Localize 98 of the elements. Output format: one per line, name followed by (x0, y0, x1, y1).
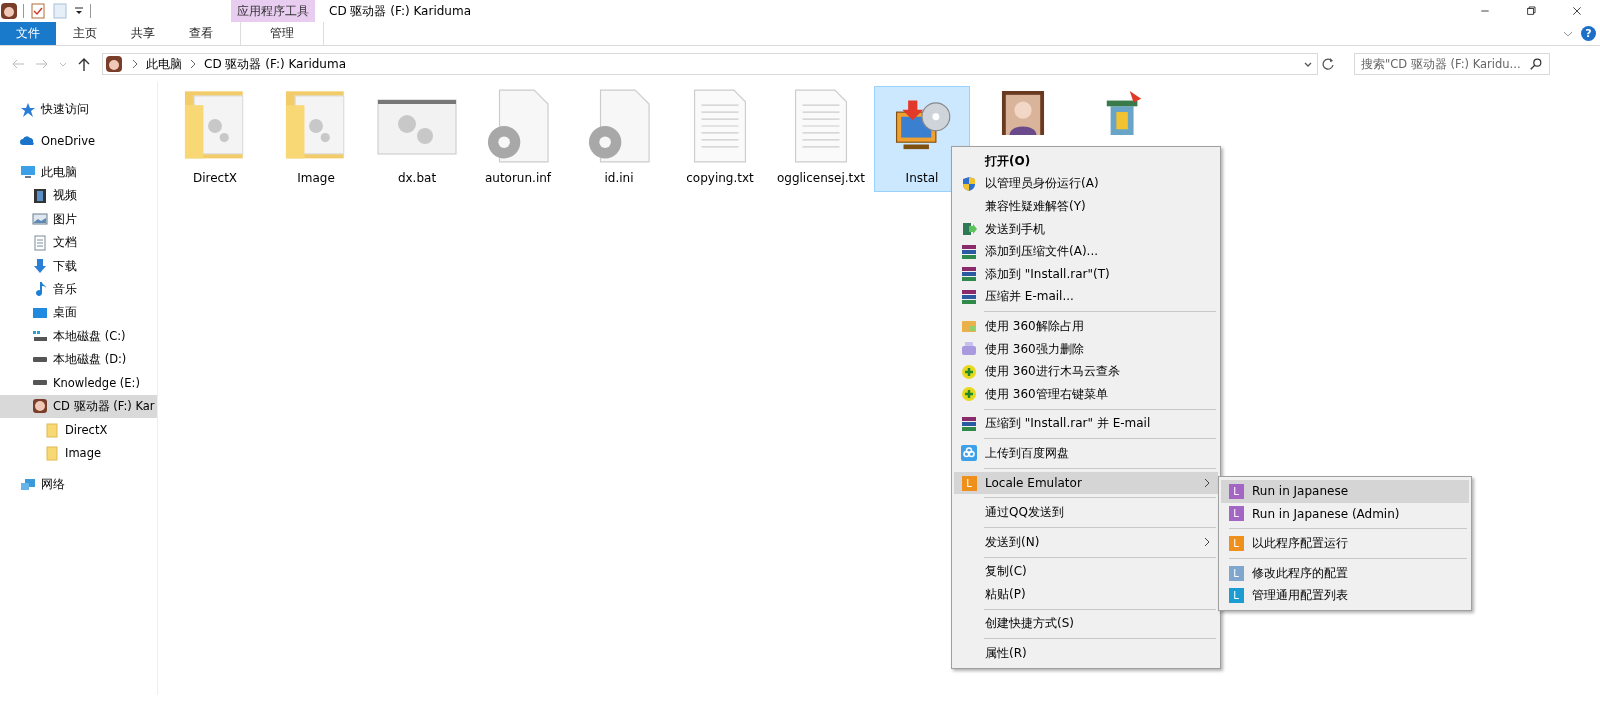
file-item[interactable]: autorun.inf (470, 86, 566, 192)
sidebar-item[interactable]: 视频 (0, 184, 157, 208)
refresh-icon[interactable] (1320, 56, 1336, 72)
books-stack-icon (961, 415, 977, 432)
file-item[interactable]: dx.bat (369, 86, 465, 192)
plus-circle-icon (961, 363, 977, 380)
menu-item[interactable]: 上传到百度网盘 (954, 442, 1218, 465)
file-item[interactable]: DirectX (167, 86, 263, 192)
menu-item[interactable]: 使用 360解除占用 (954, 315, 1218, 338)
drive-icon (33, 380, 47, 386)
menu-item[interactable]: 使用 360管理右键菜单 (954, 382, 1218, 406)
sidebar-item[interactable]: 本地磁盘 (D:) (0, 347, 157, 372)
shredder-icon (961, 341, 977, 358)
send-to-phone-icon (961, 221, 977, 238)
menu-item[interactable]: L 以此程序配置运行 (1221, 532, 1469, 555)
sidebar-item[interactable]: OneDrive (0, 129, 157, 153)
locale-emulator-icon: L (1228, 506, 1244, 522)
menu-item[interactable]: 添加到压缩文件(A)... (954, 240, 1218, 263)
menu-item[interactable]: 压缩到 "Install.rar" 并 E-mail (954, 412, 1218, 436)
menu-item[interactable]: 兼容性疑难解答(Y) (954, 195, 1218, 218)
sidebar-item[interactable]: 此电脑 (0, 160, 157, 185)
menu-item[interactable]: 发送到(N) (954, 530, 1218, 554)
avatar-icon (32, 398, 48, 415)
menu-item[interactable]: L 修改此程序的配置 (1221, 561, 1469, 585)
books-stack-icon (961, 266, 977, 283)
file-tab[interactable]: 文件 (0, 22, 56, 45)
sidebar-item[interactable]: Image (0, 441, 157, 465)
address-bar[interactable]: 此电脑 CD 驱动器 (F:) Kariduma (102, 53, 1318, 75)
ribbon-tab[interactable]: 查看 (172, 22, 230, 45)
search-field[interactable]: 搜索"CD 驱动器 (F:) Karidu... (1354, 53, 1550, 75)
menu-item[interactable]: 压缩并 E-mail... (954, 285, 1218, 309)
contextual-ribbon-tab[interactable]: 管理 (240, 22, 324, 45)
locale-emulator-icon: L (1228, 536, 1244, 551)
sidebar-item[interactable]: 文档 (0, 230, 157, 255)
up-arrow-icon[interactable] (76, 56, 92, 72)
download-arrow-icon (32, 258, 48, 275)
sidebar-item[interactable]: Knowledge (E:) (0, 371, 157, 395)
locale-emulator-icon: L (1228, 483, 1244, 499)
sidebar-item[interactable]: 快速访问 (0, 98, 157, 122)
contextual-tab-group: 应用程序工具 (231, 0, 315, 22)
sidebar-item[interactable]: 下载 (0, 254, 157, 278)
sidebar-item[interactable]: DirectX (0, 418, 157, 442)
menu-item[interactable]: 使用 360进行木马云查杀 (954, 360, 1218, 383)
menu-item[interactable]: 复制(C) (954, 560, 1218, 584)
help-button[interactable]: ? (1581, 26, 1596, 41)
picture-icon (32, 211, 48, 228)
menu-item[interactable]: 属性(R) (954, 642, 1218, 665)
properties-icon[interactable] (30, 3, 46, 19)
menu-item[interactable]: 创建快捷方式(S) (954, 612, 1218, 636)
ribbon-tab[interactable]: 主页 (56, 22, 114, 45)
file-item[interactable]: Image (268, 86, 364, 192)
file-item[interactable]: copying.txt (672, 86, 768, 192)
sidebar-item[interactable]: 音乐 (0, 277, 157, 302)
avatar-icon (106, 56, 122, 72)
menu-item[interactable]: 使用 360强力删除 (954, 337, 1218, 361)
network-icon (20, 476, 36, 493)
locale-emulator-icon: L (961, 475, 977, 491)
file-item[interactable]: ogglicensej.txt (773, 86, 869, 192)
dropdown-icon[interactable] (74, 6, 84, 16)
locale-emulator-icon: L (1228, 565, 1244, 581)
document-icon (32, 234, 48, 251)
menu-item[interactable]: L Run in Japanese (1221, 480, 1469, 503)
folder-icon (44, 445, 60, 462)
breadcrumb[interactable]: CD 驱动器 (F:) Kariduma (204, 55, 346, 73)
window-title: CD 驱动器 (F:) Kariduma (329, 3, 471, 20)
chevron-right-icon (132, 59, 138, 69)
menu-item[interactable]: L Run in Japanese (Admin) (1221, 502, 1469, 526)
menu-item[interactable]: L Locale Emulator (954, 471, 1218, 495)
avatar-icon[interactable] (1, 3, 17, 19)
menu-item[interactable]: 添加到 "Install.rar"(T) (954, 262, 1218, 286)
menu-item[interactable]: 通过QQ发送到 (954, 501, 1218, 524)
folder-icon (44, 421, 60, 438)
books-stack-icon (961, 243, 977, 260)
search-icon (1529, 57, 1543, 71)
plus-circle-icon (961, 386, 977, 403)
sidebar-item[interactable]: 本地磁盘 (C:) (0, 324, 157, 348)
file-item[interactable]: Instal (874, 86, 970, 192)
sidebar-item[interactable]: 桌面 (0, 301, 157, 325)
sidebar-item[interactable]: 图片 (0, 207, 157, 231)
locale-emulator-icon: L (1228, 588, 1244, 604)
folder-icon (961, 318, 977, 335)
star-icon (20, 101, 36, 118)
cloud-icon (961, 445, 977, 462)
computer-icon (20, 164, 36, 181)
shield-icon (961, 175, 977, 192)
sidebar-item[interactable]: CD 驱动器 (F:) Kar (0, 394, 157, 419)
ribbon-tab[interactable]: 共享 (114, 22, 172, 45)
portrait-icon (1001, 91, 1045, 135)
menu-item[interactable]: 粘贴(P) (954, 583, 1218, 606)
film-icon (32, 187, 48, 204)
books-stack-icon (961, 288, 977, 305)
file-item[interactable]: id.ini (571, 86, 667, 192)
breadcrumb[interactable]: 此电脑 (146, 55, 182, 73)
drive-icon (33, 357, 47, 363)
menu-item[interactable]: 发送到手机 (954, 217, 1218, 241)
menu-item[interactable]: L 管理通用配置列表 (1221, 584, 1469, 607)
chevron-right-icon (190, 59, 196, 69)
sidebar-item[interactable]: 网络 (0, 472, 157, 497)
